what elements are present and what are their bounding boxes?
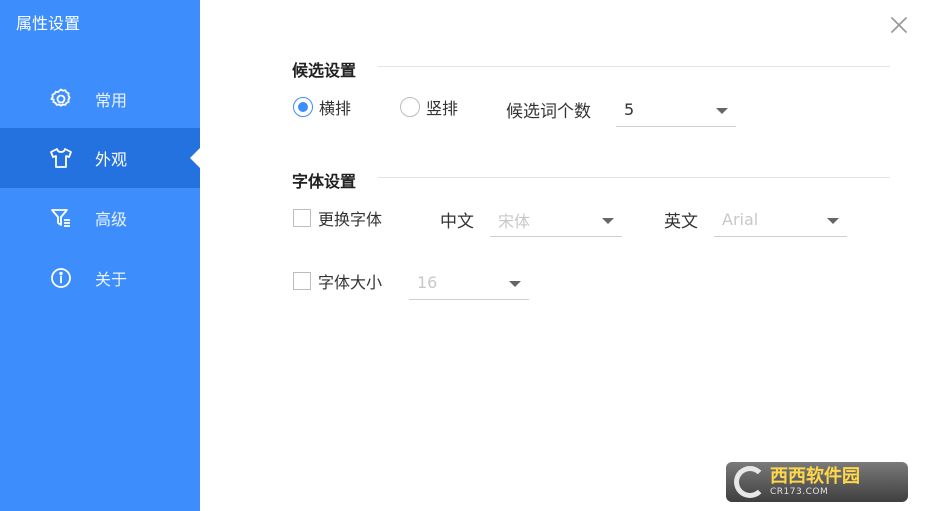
candidate-count-select[interactable]: 5	[616, 93, 736, 127]
sidebar-item-appearance[interactable]: 外观	[0, 128, 200, 188]
sidebar-item-label: 关于	[95, 270, 128, 289]
chevron-down-icon	[827, 218, 839, 224]
candidate-count-label: 候选词个数	[506, 102, 591, 122]
select-value: 16	[417, 273, 438, 292]
candidate-section-title: 候选设置	[292, 61, 357, 80]
select-value: Arial	[722, 210, 759, 229]
chevron-down-icon	[509, 281, 521, 287]
select-value: 5	[624, 100, 635, 119]
sidebar-item-label: 高级	[95, 210, 128, 229]
settings-window: 属性设置 常用 外观 高级 关于 候选设置 横排 竖排 候选词个数 5 字体设置…	[0, 0, 928, 511]
chinese-font-select[interactable]: 宋体	[490, 203, 622, 237]
close-icon	[891, 17, 907, 33]
english-font-label: 英文	[664, 212, 698, 232]
radio-label: 竖排	[426, 99, 459, 118]
watermark-logo: 西西软件园 CR173.COM	[726, 462, 908, 502]
change-font-checkbox[interactable]: 更换字体	[293, 206, 382, 230]
watermark-main: 西西软件园	[770, 465, 860, 487]
sidebar: 属性设置 常用 外观 高级 关于	[0, 0, 200, 511]
section-divider	[378, 66, 890, 67]
sidebar-item-label: 外观	[95, 150, 128, 169]
sidebar-item-label: 常用	[95, 91, 128, 110]
window-title: 属性设置	[16, 14, 81, 33]
gear-icon	[48, 86, 74, 112]
radio-indicator	[400, 97, 420, 117]
section-divider	[378, 177, 890, 178]
english-font-select[interactable]: Arial	[714, 203, 847, 237]
radio-indicator	[293, 97, 313, 117]
logo-icon	[734, 466, 766, 498]
sidebar-item-advanced[interactable]: 高级	[0, 188, 200, 248]
select-value: 宋体	[498, 211, 531, 231]
font-size-checkbox[interactable]: 字体大小	[293, 269, 382, 293]
filter-icon	[48, 205, 74, 231]
checkbox-label: 字体大小	[318, 273, 383, 292]
chinese-font-label: 中文	[440, 212, 474, 232]
radio-label: 横排	[319, 99, 352, 118]
chevron-down-icon	[602, 218, 614, 224]
sidebar-item-common[interactable]: 常用	[0, 69, 200, 129]
radio-vertical[interactable]: 竖排	[400, 95, 458, 119]
radio-horizontal[interactable]: 横排	[293, 95, 351, 119]
close-button[interactable]	[886, 12, 912, 38]
chevron-down-icon	[716, 108, 728, 114]
checkbox-label: 更换字体	[318, 210, 383, 229]
tshirt-icon	[48, 145, 74, 171]
watermark-sub: CR173.COM	[770, 486, 829, 497]
checkbox-box	[293, 272, 311, 290]
checkbox-box	[293, 209, 311, 227]
sidebar-item-about[interactable]: 关于	[0, 248, 200, 308]
font-size-select[interactable]: 16	[409, 266, 529, 300]
info-icon	[48, 265, 74, 291]
font-section-title: 字体设置	[292, 172, 357, 191]
